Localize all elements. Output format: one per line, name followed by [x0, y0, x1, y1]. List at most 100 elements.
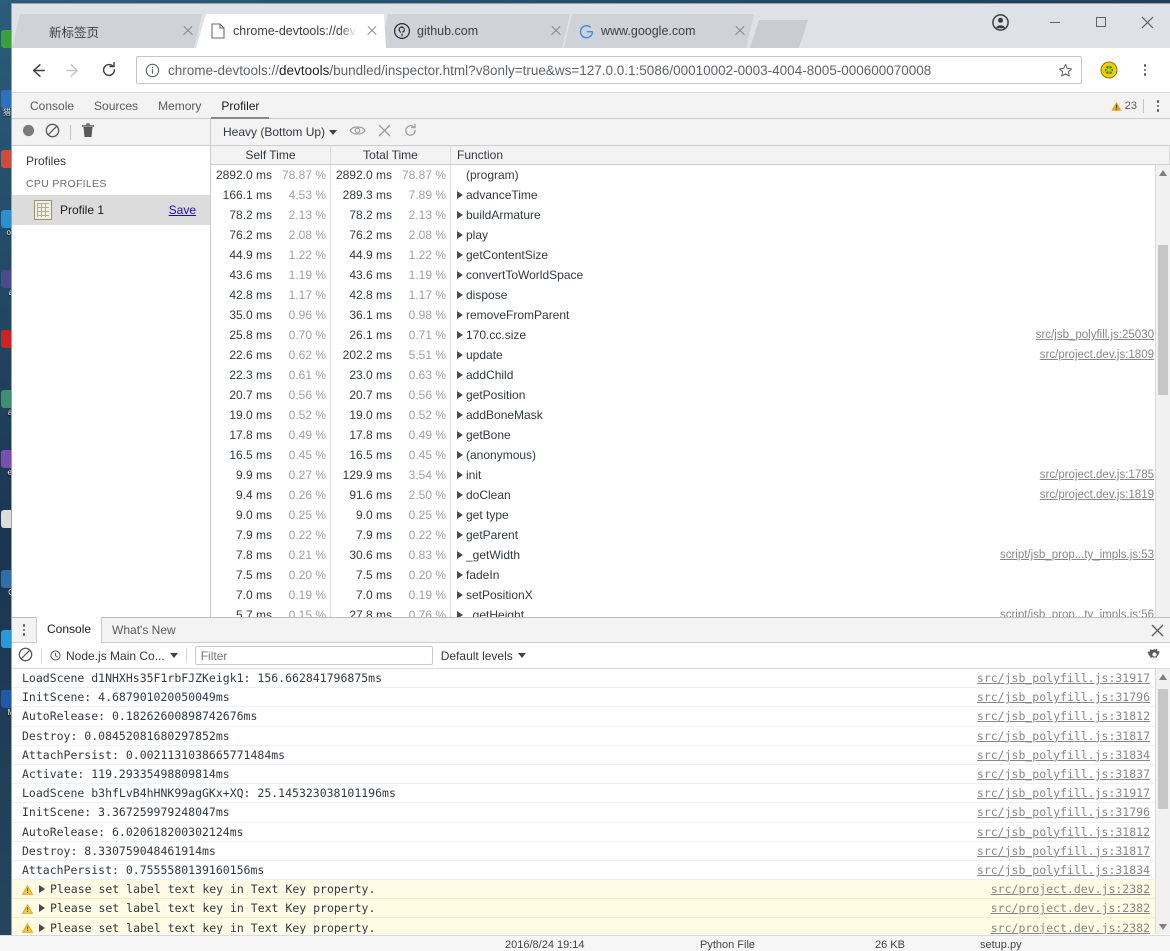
- x-icon[interactable]: [378, 124, 391, 140]
- source-link[interactable]: src/project.dev.js:1819: [1040, 489, 1170, 501]
- profiler-scrollbar[interactable]: [1155, 165, 1170, 629]
- expand-triangle-icon[interactable]: [457, 391, 463, 399]
- expand-triangle-icon[interactable]: [457, 491, 463, 499]
- browser-tab-0[interactable]: 新标签页: [12, 14, 202, 48]
- console-message[interactable]: Please set label text key in Text Key pr…: [12, 899, 1170, 918]
- console-source-link[interactable]: src/jsb_polyfill.js:31812: [977, 825, 1170, 839]
- profiler-row[interactable]: 78.2 ms2.13 %78.2 ms2.13 %buildArmature: [211, 205, 1170, 225]
- browser-tab-3[interactable]: www.google.com: [564, 14, 754, 48]
- refresh-icon[interactable]: [403, 123, 418, 141]
- console-source-link[interactable]: src/project.dev.js:2382: [991, 901, 1170, 915]
- expand-triangle-icon[interactable]: [457, 591, 463, 599]
- source-link[interactable]: script/jsb_prop...ty_impls.js:53: [1000, 549, 1170, 561]
- expand-triangle-icon[interactable]: [39, 885, 45, 893]
- console-message[interactable]: LoadScene d1NHXHs35F1rbFJZKeigk1: 156.66…: [12, 669, 1170, 688]
- console-message[interactable]: AttachPersist: 0.7555580139160156mssrc/j…: [12, 861, 1170, 880]
- reload-icon[interactable]: [92, 53, 126, 87]
- expand-triangle-icon[interactable]: [457, 211, 463, 219]
- console-filter-input[interactable]: [195, 646, 433, 665]
- expand-triangle-icon[interactable]: [457, 251, 463, 259]
- drawer-tab-console[interactable]: Console: [36, 617, 102, 643]
- close-tab-icon[interactable]: [732, 23, 748, 39]
- source-link[interactable]: src/jsb_polyfill.js:25030: [1036, 329, 1170, 341]
- profiler-row[interactable]: 7.5 ms0.20 %7.5 ms0.20 %fadeIn: [211, 565, 1170, 585]
- expand-triangle-icon[interactable]: [457, 191, 463, 199]
- console-scrollbar[interactable]: [1155, 669, 1170, 934]
- warning-count-badge[interactable]: 23: [1111, 100, 1137, 112]
- console-source-link[interactable]: src/jsb_polyfill.js:31834: [977, 863, 1170, 877]
- profiler-row[interactable]: 7.9 ms0.22 %7.9 ms0.22 %getParent: [211, 525, 1170, 545]
- console-source-link[interactable]: src/project.dev.js:2382: [991, 882, 1170, 896]
- profiler-row[interactable]: 44.9 ms1.22 %44.9 ms1.22 %getContentSize: [211, 245, 1170, 265]
- no-entry-icon[interactable]: [45, 123, 60, 141]
- eye-icon[interactable]: [349, 124, 366, 140]
- profiler-row[interactable]: 19.0 ms0.52 %19.0 ms0.52 %addBoneMask: [211, 405, 1170, 425]
- profiler-row[interactable]: 2892.0 ms78.87 %2892.0 ms78.87 %(program…: [211, 165, 1170, 185]
- console-source-link[interactable]: src/jsb_polyfill.js:31817: [977, 729, 1170, 743]
- record-circle-icon[interactable]: [22, 124, 35, 140]
- console-message[interactable]: AutoRelease: 0.18262600898742676mssrc/js…: [12, 707, 1170, 726]
- profiler-row[interactable]: 7.0 ms0.19 %7.0 ms0.19 %setPositionX: [211, 585, 1170, 605]
- profile-avatar-icon[interactable]: [980, 6, 1020, 38]
- profiler-row[interactable]: 42.8 ms1.17 %42.8 ms1.17 %dispose: [211, 285, 1170, 305]
- close-tab-icon[interactable]: [548, 23, 564, 39]
- profiler-row[interactable]: 9.9 ms0.27 %129.9 ms3.54 %initsrc/projec…: [211, 465, 1170, 485]
- column-header-self-time[interactable]: Self Time: [211, 146, 331, 164]
- console-source-link[interactable]: src/jsb_polyfill.js:31796: [977, 690, 1170, 704]
- drawer-tab-what-s-new[interactable]: What's New: [102, 618, 186, 643]
- expand-triangle-icon[interactable]: [457, 471, 463, 479]
- close-tab-icon[interactable]: [180, 23, 196, 39]
- console-message[interactable]: Destroy: 8.330759048461914mssrc/jsb_poly…: [12, 842, 1170, 861]
- expand-triangle-icon[interactable]: [457, 551, 463, 559]
- column-header-total-time[interactable]: Total Time: [331, 146, 451, 164]
- minimize-icon[interactable]: [1032, 6, 1078, 38]
- browser-tab-2[interactable]: github.com: [380, 14, 570, 48]
- expand-triangle-icon[interactable]: [457, 371, 463, 379]
- profile-list-item[interactable]: Profile 1 Save: [12, 195, 210, 225]
- gear-icon[interactable]: [1147, 647, 1162, 665]
- expand-triangle-icon[interactable]: [457, 271, 463, 279]
- profiler-row[interactable]: 35.0 ms0.96 %36.1 ms0.98 %removeFromPare…: [211, 305, 1170, 325]
- extension-icon[interactable]: [1092, 53, 1126, 87]
- profiler-row[interactable]: 9.4 ms0.26 %91.6 ms2.50 %doCleansrc/proj…: [211, 485, 1170, 505]
- expand-triangle-icon[interactable]: [457, 311, 463, 319]
- console-message[interactable]: Please set label text key in Text Key pr…: [12, 918, 1170, 934]
- console-context-select[interactable]: Node.js Main Co...: [50, 649, 178, 663]
- console-message[interactable]: InitScene: 3.367259979248047mssrc/jsb_po…: [12, 803, 1170, 822]
- profiler-row[interactable]: 7.8 ms0.21 %30.6 ms0.83 %_getWidthscript…: [211, 545, 1170, 565]
- devtools-tab-console[interactable]: Console: [20, 93, 84, 119]
- three-dot-menu-icon[interactable]: [16, 620, 32, 640]
- console-levels-select[interactable]: Default levels: [441, 649, 526, 663]
- console-source-link[interactable]: src/jsb_polyfill.js:31812: [977, 709, 1170, 723]
- expand-triangle-icon[interactable]: [39, 904, 45, 912]
- console-source-link[interactable]: src/jsb_polyfill.js:31917: [977, 671, 1170, 685]
- profiler-row[interactable]: 17.8 ms0.49 %17.8 ms0.49 %getBone: [211, 425, 1170, 445]
- console-source-link[interactable]: src/jsb_polyfill.js:31917: [977, 786, 1170, 800]
- console-message[interactable]: AutoRelease: 6.020618200302124mssrc/jsb_…: [12, 823, 1170, 842]
- expand-triangle-icon[interactable]: [39, 924, 45, 932]
- expand-triangle-icon[interactable]: [457, 511, 463, 519]
- devtools-tab-sources[interactable]: Sources: [84, 93, 148, 119]
- expand-triangle-icon[interactable]: [457, 331, 463, 339]
- save-profile-link[interactable]: Save: [169, 203, 196, 217]
- new-tab-button[interactable]: [750, 20, 808, 48]
- console-source-link[interactable]: src/jsb_polyfill.js:31796: [977, 805, 1170, 819]
- clear-console-icon[interactable]: [18, 647, 33, 665]
- devtools-tab-memory[interactable]: Memory: [148, 93, 211, 119]
- column-header-function[interactable]: Function: [451, 146, 1170, 164]
- expand-triangle-icon[interactable]: [457, 291, 463, 299]
- profiler-row[interactable]: 9.0 ms0.25 %9.0 ms0.25 %get type: [211, 505, 1170, 525]
- scrollbar-thumb[interactable]: [1158, 245, 1168, 395]
- expand-triangle-icon[interactable]: [457, 571, 463, 579]
- address-bar[interactable]: chrome-devtools://devtools/bundled/inspe…: [136, 56, 1082, 84]
- profiler-row[interactable]: 16.5 ms0.45 %16.5 ms0.45 %(anonymous): [211, 445, 1170, 465]
- console-message[interactable]: InitScene: 4.687901020050049mssrc/jsb_po…: [12, 688, 1170, 707]
- browser-tab-1[interactable]: chrome-devtools://dev: [196, 14, 386, 48]
- profiler-row[interactable]: 20.7 ms0.56 %20.7 ms0.56 %getPosition: [211, 385, 1170, 405]
- back-arrow-icon[interactable]: [20, 53, 54, 87]
- console-message[interactable]: Destroy: 0.08452081680297852mssrc/jsb_po…: [12, 727, 1170, 746]
- console-source-link[interactable]: src/jsb_polyfill.js:31834: [977, 748, 1170, 762]
- expand-triangle-icon[interactable]: [457, 531, 463, 539]
- console-message[interactable]: Activate: 119.29335498809814mssrc/jsb_po…: [12, 765, 1170, 784]
- scroll-up-arrow-icon[interactable]: [1156, 669, 1170, 684]
